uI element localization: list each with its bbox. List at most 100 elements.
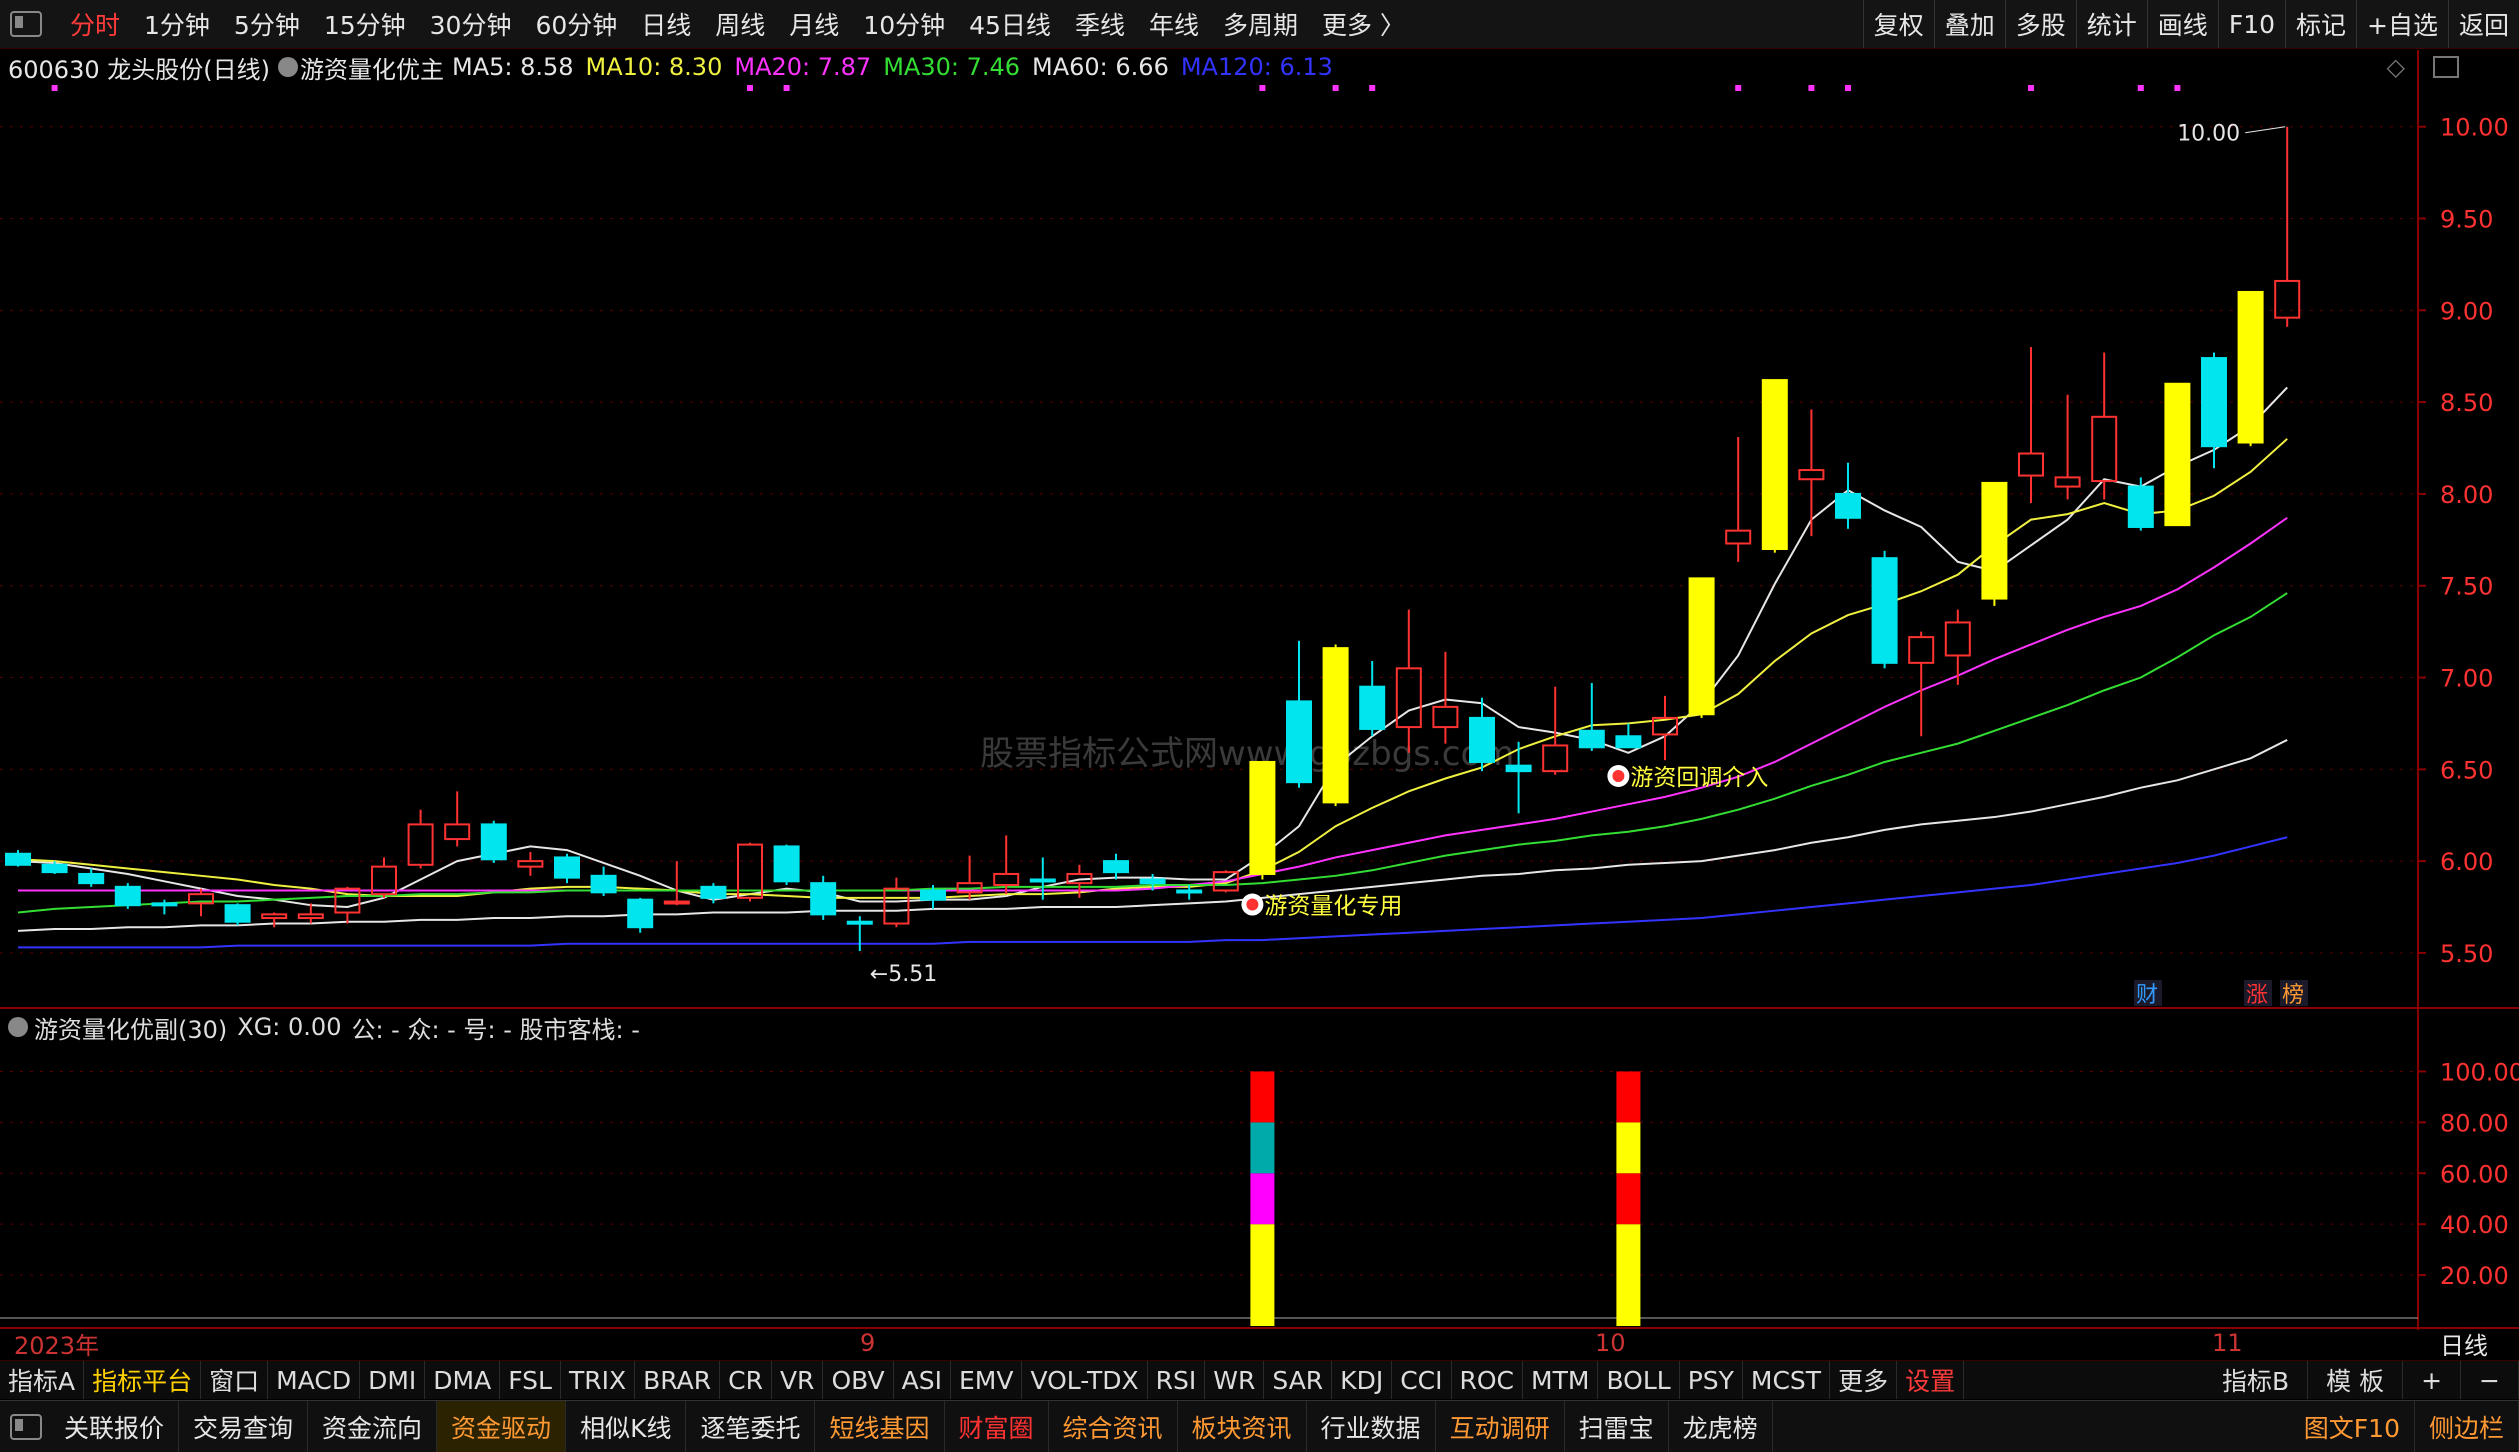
- period-tab[interactable]: 日线: [629, 6, 703, 42]
- indicator-tab[interactable]: DMI: [360, 1361, 426, 1399]
- indicator-tab[interactable]: BOLL: [1598, 1361, 1680, 1399]
- window-icon[interactable]: [10, 11, 42, 37]
- sub-xg-value: XG: 0.00: [237, 1013, 342, 1041]
- toolbar-button[interactable]: +自选: [2356, 0, 2448, 48]
- toolbar-button[interactable]: F10: [2217, 0, 2285, 48]
- y-tick-label: 9.50: [2440, 206, 2493, 234]
- period-tab[interactable]: 15分钟: [312, 6, 418, 42]
- indicator-tab[interactable]: BRAR: [635, 1361, 721, 1399]
- function-right-button[interactable]: 侧边栏: [2415, 1401, 2519, 1452]
- toolbar-button[interactable]: 叠加: [1933, 0, 2005, 48]
- indicator-tabs: 指标A 指标平台 窗口 MACD DMI DMA FSL TRIX BRAR CR VR OBV ASI…: [0, 1361, 1965, 1399]
- function-tab[interactable]: 扫雷宝: [1565, 1401, 1669, 1452]
- indicator-name[interactable]: 游资量化优主: [300, 50, 444, 85]
- candle-body: [810, 882, 837, 916]
- candle-body: [1981, 481, 2008, 600]
- indicator-tab[interactable]: 指标A: [0, 1361, 85, 1399]
- indicator-tab[interactable]: 更多: [1830, 1361, 1898, 1399]
- function-tab[interactable]: 资金驱动: [437, 1401, 567, 1452]
- indicator-right-button[interactable]: −: [2461, 1361, 2519, 1399]
- signal-label: 游资量化专用: [1264, 894, 1402, 920]
- period-tab[interactable]: 周线: [703, 6, 777, 42]
- candle-body: [993, 872, 1020, 886]
- candle-body: [224, 904, 251, 923]
- indicator-tab[interactable]: MCST: [1743, 1361, 1831, 1399]
- period-tab[interactable]: 1分钟: [132, 6, 222, 42]
- period-tab[interactable]: 5分钟: [222, 6, 312, 42]
- indicator-right-button[interactable]: 模 板: [2308, 1361, 2404, 1399]
- function-tab[interactable]: 逐笔委托: [686, 1401, 816, 1452]
- indicator-tab[interactable]: OBV: [823, 1361, 894, 1399]
- toolbar-button[interactable]: 返回: [2447, 0, 2519, 48]
- period-tab[interactable]: 月线: [777, 6, 851, 42]
- indicator-tab[interactable]: CR: [720, 1361, 772, 1399]
- period-tab[interactable]: 30分钟: [418, 6, 524, 42]
- function-tab[interactable]: 短线基因: [815, 1401, 945, 1452]
- function-tab[interactable]: 财富圈: [945, 1401, 1049, 1452]
- indicator-tab[interactable]: ASI: [894, 1361, 951, 1399]
- menu-icon[interactable]: [10, 1413, 42, 1440]
- indicator-tab[interactable]: RSI: [1148, 1361, 1206, 1399]
- sub-indicator-name[interactable]: 游资量化优副(30): [34, 1010, 227, 1045]
- indicator-tab[interactable]: WR: [1205, 1361, 1265, 1399]
- toolbar-button[interactable]: 多股: [2004, 0, 2076, 48]
- indicator-tab[interactable]: 窗口: [201, 1361, 269, 1399]
- indicator-tab[interactable]: VR: [772, 1361, 824, 1399]
- diamond-icon[interactable]: ◇: [2387, 53, 2405, 81]
- indicator-tab[interactable]: KDJ: [1332, 1361, 1393, 1399]
- function-tab[interactable]: 综合资讯: [1049, 1401, 1178, 1452]
- ma-legend: MA5: 8.58 MA10: 8.30 MA20: 7.87 MA30: 7.46 M…: [452, 53, 1345, 81]
- indicator-tab[interactable]: MTM: [1523, 1361, 1599, 1399]
- indicator-tab[interactable]: FSL: [500, 1361, 561, 1399]
- toolbar-button[interactable]: 复权: [1862, 0, 1934, 48]
- function-tab[interactable]: 板块资讯: [1178, 1401, 1307, 1452]
- function-right-button[interactable]: 图文F10: [2290, 1401, 2415, 1452]
- indicator-tab[interactable]: 指标平台: [84, 1361, 202, 1399]
- indicator-tab[interactable]: DMA: [425, 1361, 501, 1399]
- candle-body: [2018, 452, 2044, 477]
- indicator-right: 指标B 模 板 + −: [2204, 1361, 2519, 1399]
- indicator-tab[interactable]: EMV: [951, 1361, 1023, 1399]
- indicator-tab[interactable]: ROC: [1452, 1361, 1524, 1399]
- function-tab[interactable]: 关联报价: [50, 1401, 180, 1452]
- period-tab[interactable]: 更多 〉: [1310, 6, 1417, 42]
- toolbar-button[interactable]: 标记: [2285, 0, 2356, 48]
- panel-toggle-icon[interactable]: [2433, 56, 2459, 78]
- period-tab[interactable]: 10分钟: [851, 6, 957, 42]
- period-tab[interactable]: 年线: [1137, 6, 1211, 42]
- high-price-label: 10.00: [2177, 122, 2240, 147]
- indicator-right-button[interactable]: +: [2403, 1361, 2462, 1399]
- sub-y-tick-label: 80.00: [2440, 1109, 2509, 1137]
- indicator-tab[interactable]: TRIX: [561, 1361, 636, 1399]
- toolbar-button[interactable]: 统计: [2075, 0, 2147, 48]
- signal-bar-segment: [1250, 1224, 1275, 1326]
- indicator-tab[interactable]: VOL-TDX: [1022, 1361, 1148, 1399]
- period-tab[interactable]: 45日线: [957, 6, 1063, 42]
- sub-toggle-icon[interactable]: [8, 1017, 28, 1037]
- indicator-tab[interactable]: PSY: [1680, 1361, 1743, 1399]
- period-tab[interactable]: 60分钟: [523, 6, 629, 42]
- candle-body: [1578, 729, 1605, 749]
- function-tab[interactable]: 互动调研: [1436, 1401, 1565, 1452]
- sub-extra: 公: - 众: - 号: - 股市客栈: -: [351, 1015, 640, 1044]
- period-tab[interactable]: 多周期: [1211, 6, 1310, 42]
- function-tab[interactable]: 龙虎榜: [1669, 1401, 1773, 1452]
- indicator-tab[interactable]: SAR: [1264, 1361, 1333, 1399]
- function-tab[interactable]: 相似K线: [566, 1401, 687, 1452]
- period-tab[interactable]: 季线: [1063, 6, 1137, 42]
- candle-body: [2164, 382, 2191, 527]
- candle-body: [590, 874, 617, 894]
- indicator-tab[interactable]: MACD: [268, 1361, 361, 1399]
- indicator-tab[interactable]: 设置: [1897, 1361, 1965, 1399]
- signal-icon-dot: [1612, 770, 1625, 783]
- function-tab[interactable]: 行业数据: [1307, 1401, 1436, 1452]
- indicator-toggle-icon[interactable]: [277, 57, 298, 77]
- indicator-right-button[interactable]: 指标B: [2204, 1361, 2309, 1399]
- indicator-tab[interactable]: CCI: [1392, 1361, 1452, 1399]
- bottom-flag: 财: [2136, 983, 2158, 1008]
- period-tab[interactable]: 分时: [58, 6, 132, 42]
- toolbar-button[interactable]: 画线: [2146, 0, 2218, 48]
- signal-icon: [1607, 765, 1630, 788]
- function-tab[interactable]: 资金流向: [308, 1401, 438, 1452]
- function-tab[interactable]: 交易查询: [179, 1401, 309, 1452]
